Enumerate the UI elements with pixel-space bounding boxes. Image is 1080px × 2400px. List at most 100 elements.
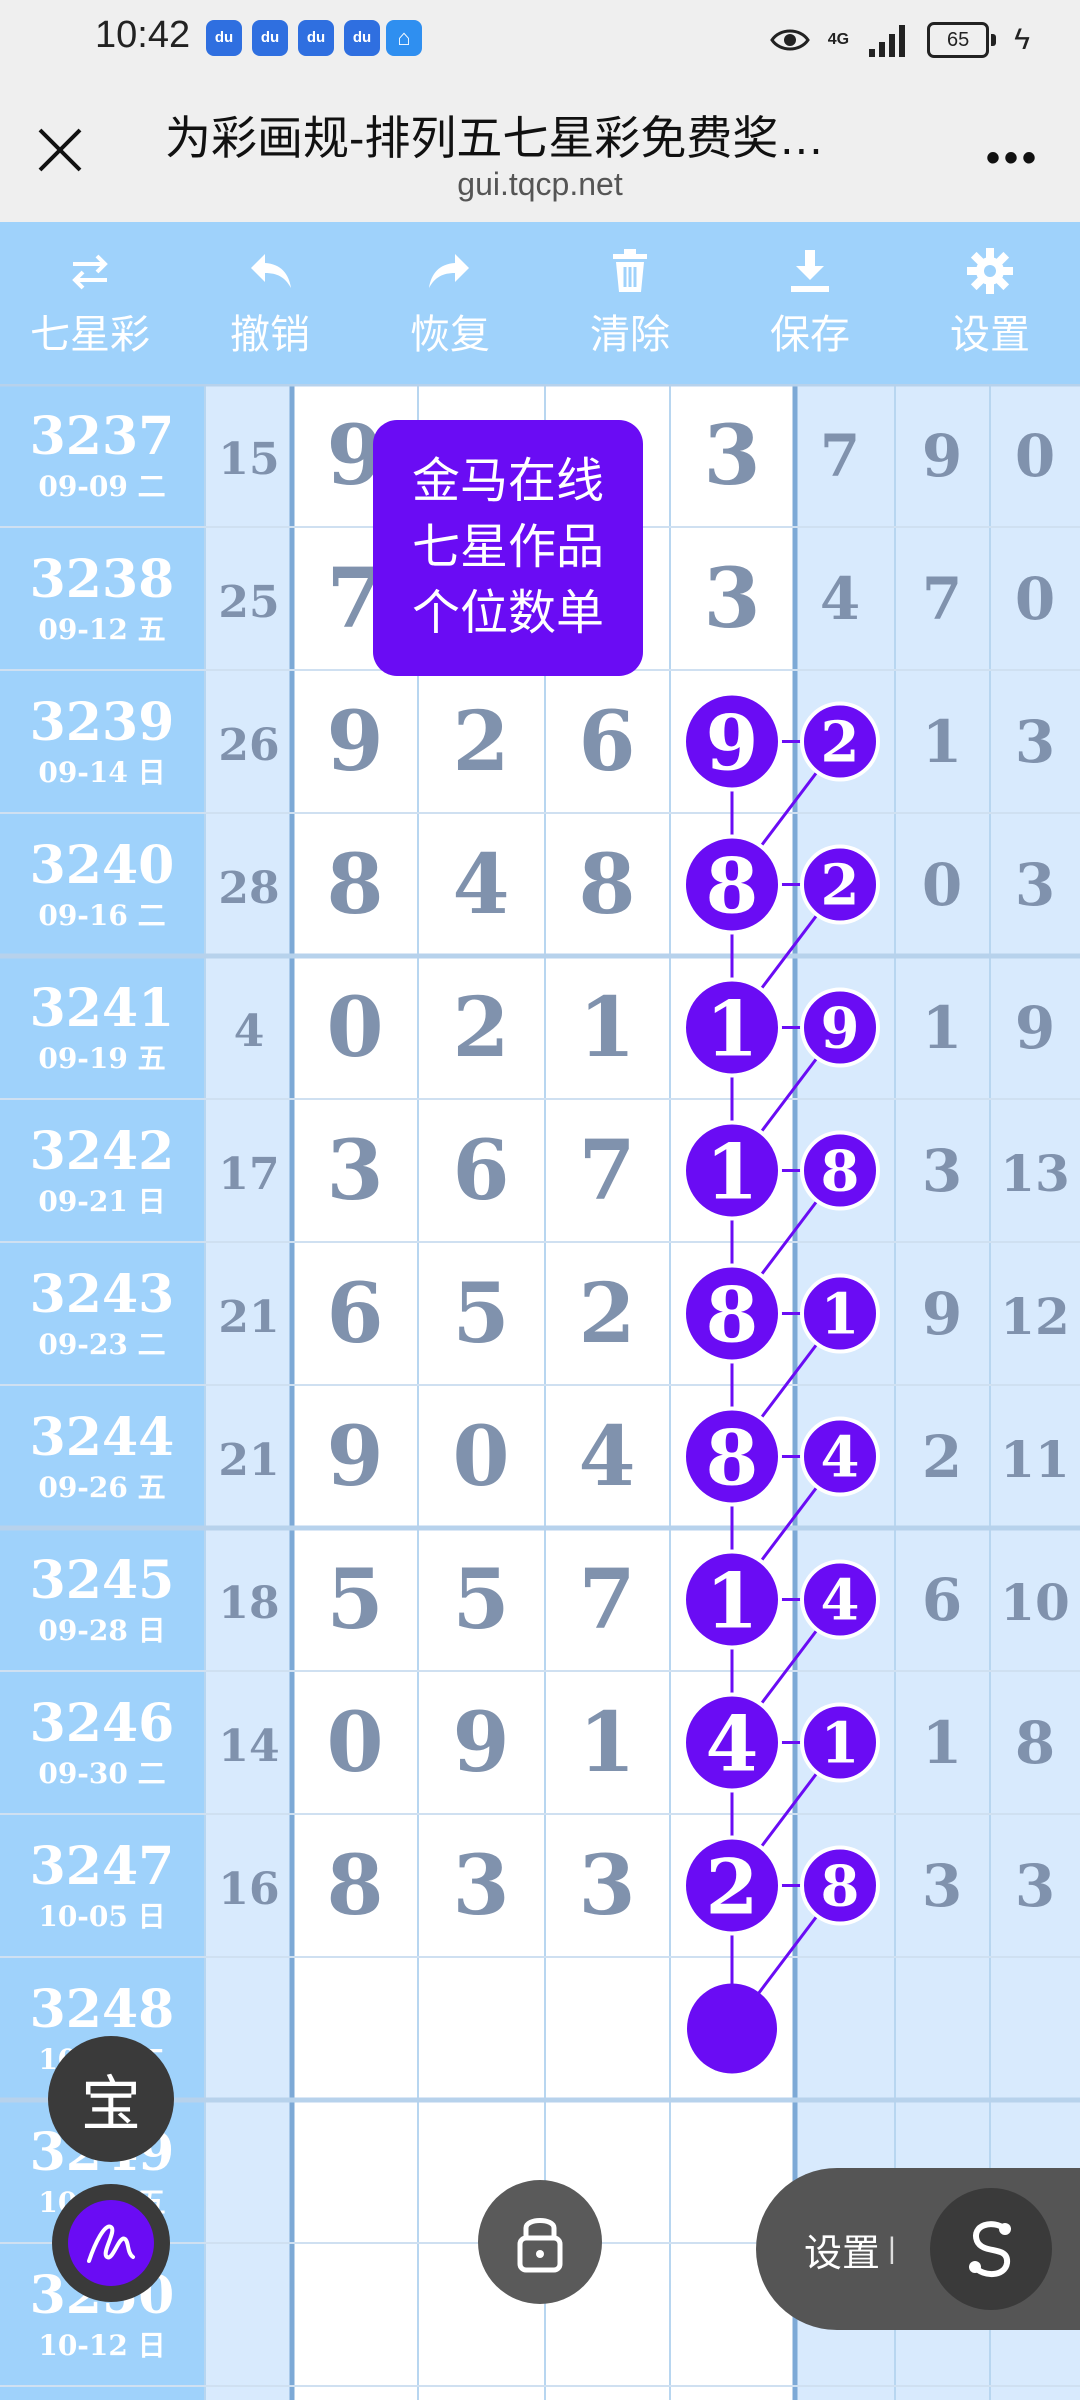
side-digit: 2 xyxy=(821,710,860,776)
sum-value: 17 xyxy=(218,1149,279,1200)
digit-cell: 3 xyxy=(452,1838,509,1934)
browser-header: 为彩画规-排列五七星彩免费奖… gui.tqcp.net ••• xyxy=(0,80,1080,222)
baidu-app-icon: du xyxy=(344,20,380,56)
sum-value: 21 xyxy=(218,1292,279,1343)
marked-digit: 1 xyxy=(706,1557,759,1646)
issue-number: 3245 xyxy=(30,1550,175,1611)
sum-value: 18 xyxy=(218,1578,279,1629)
a-value: 9 xyxy=(922,422,962,490)
gear-icon xyxy=(967,248,1013,294)
status-bar: 10:42 du du du du ⌂ 4G 65 ϟ xyxy=(0,0,1080,80)
issue-date: 09-26 五 xyxy=(38,1471,165,1504)
a-value: 9 xyxy=(922,1280,962,1348)
baidu-app-icon: du xyxy=(252,20,288,56)
issue-number: 3247 xyxy=(30,1836,175,1897)
signal-icon xyxy=(869,25,906,57)
digit-cell: 4 xyxy=(578,1409,635,1505)
sum-value: 26 xyxy=(218,720,279,771)
digit-cell: 2 xyxy=(452,980,509,1076)
tool-lottery-switch[interactable]: 七星彩 xyxy=(0,222,180,384)
promo-line: 金马在线 xyxy=(411,455,604,508)
sum-value: 4 xyxy=(234,1006,265,1057)
promo-line: 七星作品 xyxy=(411,521,604,574)
toolbar: 七星彩 撤销 恢复 清除 保存 设置 xyxy=(0,222,1080,384)
b-value: 3 xyxy=(1015,851,1055,919)
side-digit: 1 xyxy=(821,1282,860,1348)
digit-cell: 7 xyxy=(578,1123,635,1219)
digit-cell: 0 xyxy=(452,1409,509,1505)
lock-icon xyxy=(517,2218,563,2273)
marked-digit: 8 xyxy=(706,1414,759,1503)
network-type: 4G xyxy=(827,31,850,48)
settings-pill-label: 设置 xyxy=(804,2232,881,2275)
digit-cell: 4 xyxy=(452,837,509,933)
digit-cell: 3 xyxy=(578,1838,635,1934)
issue-date: 09-16 二 xyxy=(38,899,165,932)
home-icon: ⌂ xyxy=(386,20,422,56)
tool-label: 恢复 xyxy=(410,313,490,357)
lock-button[interactable] xyxy=(478,2180,602,2304)
marked-digit: 2 xyxy=(706,1843,759,1932)
tool-redo[interactable]: 恢复 xyxy=(360,222,540,384)
bao-button[interactable]: 宝 xyxy=(48,2036,174,2162)
digit-cell: 3 xyxy=(326,1123,383,1219)
digit-cell: 6 xyxy=(578,694,635,790)
status-time: 10:42 xyxy=(95,14,191,56)
side-digit: 4 xyxy=(821,1568,860,1634)
tool-label: 清除 xyxy=(590,313,670,357)
side-digit: 8 xyxy=(821,1854,860,1920)
sum-value: 16 xyxy=(218,1864,279,1915)
a-value: 7 xyxy=(922,565,962,633)
digit-cell: 0 xyxy=(326,1695,383,1791)
sum-value: 14 xyxy=(218,1721,279,1772)
issue-number: 3246 xyxy=(30,1693,175,1754)
a-value: 6 xyxy=(922,1566,962,1634)
side-digit: 4 xyxy=(820,565,860,633)
more-options-icon[interactable]: ••• xyxy=(986,136,1040,181)
issue-number: 3244 xyxy=(30,1407,175,1468)
marked-digit: 8 xyxy=(706,842,759,931)
pending-circle xyxy=(687,1983,777,2074)
digit-cell: 6 xyxy=(452,1123,509,1219)
tool-undo[interactable]: 撤销 xyxy=(180,222,360,384)
pen-button[interactable] xyxy=(52,2184,170,2302)
promo-card: 金马在线 七星作品 个位数单 xyxy=(373,420,643,676)
tool-settings[interactable]: 设置 xyxy=(900,222,1080,384)
tool-clear[interactable]: 清除 xyxy=(540,222,720,384)
digit-cell: 5 xyxy=(452,1552,509,1648)
marked-digit: 1 xyxy=(706,1128,759,1217)
swap-icon xyxy=(72,254,108,290)
digit-cell: 8 xyxy=(578,837,635,933)
b-value: 11 xyxy=(1000,1430,1070,1489)
issue-number: 3238 xyxy=(30,549,175,610)
digit-cell: 3 xyxy=(703,408,760,504)
a-value: 1 xyxy=(922,994,962,1062)
issue-number: 3237 xyxy=(30,406,175,467)
page-url: gui.tqcp.net xyxy=(457,166,623,202)
b-value: 9 xyxy=(1015,994,1055,1062)
digit-cell: 9 xyxy=(452,1695,509,1791)
promo-line: 个位数单 xyxy=(411,587,604,640)
digit-cell: 9 xyxy=(326,1409,383,1505)
issue-date: 09-23 二 xyxy=(38,1328,165,1361)
tool-label: 保存 xyxy=(770,313,850,357)
trash-icon xyxy=(613,249,647,292)
marked-digit: 4 xyxy=(706,1700,759,1789)
b-value: 12 xyxy=(1000,1287,1070,1346)
issue-date: 09-21 日 xyxy=(38,1185,165,1218)
digit-cell: 2 xyxy=(452,694,509,790)
issue-number: 3239 xyxy=(30,692,175,753)
digit-cell: 5 xyxy=(326,1552,383,1648)
tool-save[interactable]: 保存 xyxy=(720,222,900,384)
sum-value: 21 xyxy=(218,1435,279,1486)
digit-cell: 8 xyxy=(326,1838,383,1934)
issue-date: 09-14 日 xyxy=(38,756,165,789)
sum-value: 28 xyxy=(218,863,279,914)
charging-icon: ϟ xyxy=(1014,23,1030,56)
digit-cell: 3 xyxy=(703,551,760,647)
marked-digit: 8 xyxy=(706,1271,759,1360)
s-share-button[interactable] xyxy=(930,2188,1052,2310)
b-value: 10 xyxy=(1000,1573,1070,1632)
side-digit: 1 xyxy=(821,1711,860,1777)
a-value: 3 xyxy=(922,1137,962,1205)
